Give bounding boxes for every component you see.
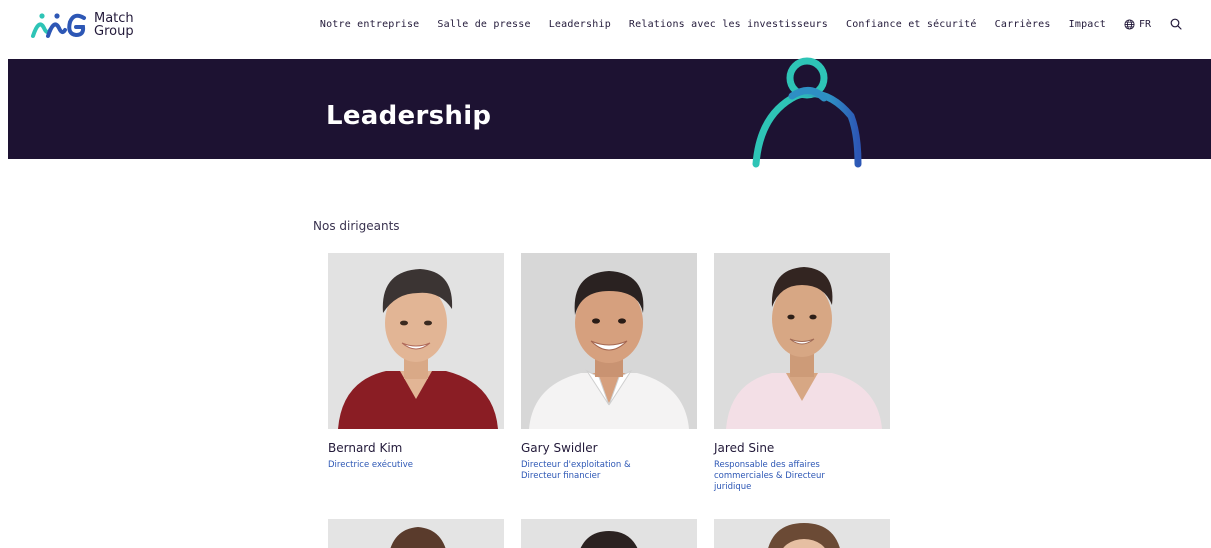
section-label-nos-dirigeants: Nos dirigeants <box>313 219 400 233</box>
nav-item-confiance-securite[interactable]: Confiance et sécurité <box>846 19 977 30</box>
leader-photo-partial[interactable] <box>521 519 697 548</box>
logo-text: Match Group <box>94 12 134 38</box>
leader-card-jared-sine[interactable]: Jared Sine Responsable des affaires comm… <box>714 253 890 493</box>
leader-portrait-image <box>521 253 697 429</box>
leader-photo[interactable] <box>328 253 504 429</box>
logo-text-line2: Group <box>94 24 134 39</box>
leader-portrait-image <box>521 519 697 548</box>
globe-icon <box>1124 18 1135 30</box>
match-group-logo[interactable]: Match Group <box>30 8 150 42</box>
leader-name: Bernard Kim <box>328 441 403 455</box>
nav-item-carrieres[interactable]: Carrières <box>995 19 1051 30</box>
leader-portrait-image <box>328 519 504 548</box>
leader-name: Jared Sine <box>714 441 775 455</box>
language-label: FR <box>1138 18 1151 30</box>
nav-item-leadership[interactable]: Leadership <box>549 19 611 30</box>
search-icon <box>1170 18 1182 30</box>
leader-name: Gary Swidler <box>521 441 598 455</box>
nav-item-impact[interactable]: Impact <box>1069 19 1106 30</box>
leader-photo-partial[interactable] <box>714 519 890 548</box>
leader-photo[interactable] <box>714 253 890 429</box>
leader-portrait-image <box>714 519 890 548</box>
match-group-logo-mark-icon <box>31 13 86 38</box>
leader-portrait-image <box>714 253 890 429</box>
leader-card-gary-swidler[interactable]: Gary Swidler Directeur d'exploitation & … <box>521 253 697 482</box>
leader-role: Responsable des affaires commerciales & … <box>714 460 825 492</box>
person-figure-icon <box>752 57 862 168</box>
nav-item-salle-de-presse[interactable]: Salle de presse <box>437 19 530 30</box>
leader-photo-partial[interactable] <box>328 519 504 548</box>
leader-role: Directeur d'exploitation & Directeur fin… <box>521 460 631 481</box>
leader-role: Directrice exécutive <box>328 460 414 470</box>
main-nav: Notre entreprise Salle de presse Leaders… <box>320 14 1183 34</box>
page-title: Leadership <box>326 101 492 131</box>
leader-portrait-image <box>328 253 504 429</box>
leader-photo[interactable] <box>521 253 697 429</box>
language-selector[interactable]: FR <box>1124 19 1151 30</box>
search-button[interactable] <box>1169 17 1183 31</box>
nav-item-relations-investisseurs[interactable]: Relations avec les investisseurs <box>629 19 828 30</box>
nav-item-notre-entreprise[interactable]: Notre entreprise <box>320 19 420 30</box>
leader-card-bernard-kim[interactable]: Bernard Kim Directrice exécutive <box>328 253 504 471</box>
site-header: Match Group Notre entreprise Salle de pr… <box>0 0 1211 48</box>
hero-banner: Leadership <box>8 57 1211 168</box>
